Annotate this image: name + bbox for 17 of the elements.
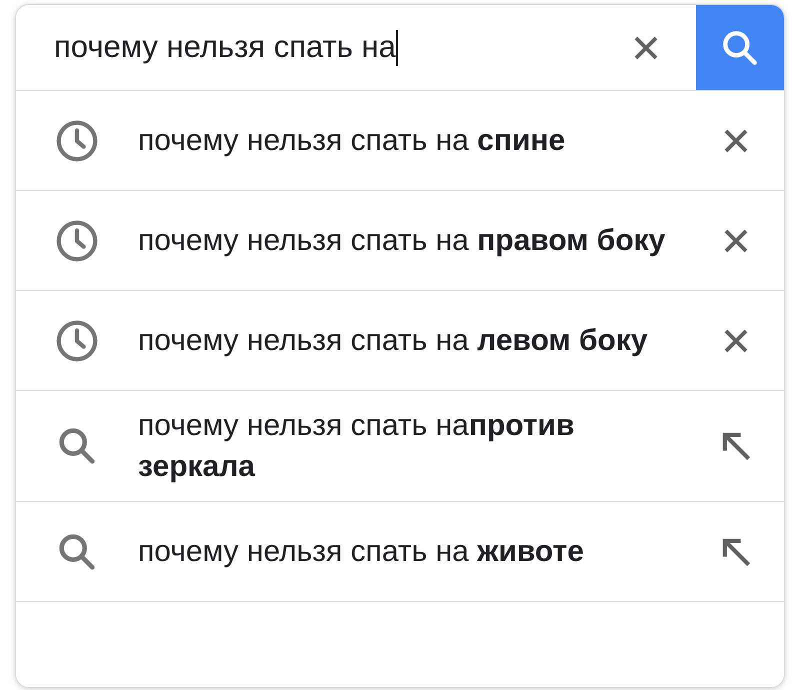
suggestion-item[interactable]: почему нельзя спать напротив зеркала — [16, 391, 784, 502]
suggestion-text: почему нельзя спать напротив зеркала — [138, 409, 574, 483]
clock-icon — [54, 118, 100, 164]
suggestion-text: почему нельзя спать на левом боку — [138, 324, 648, 357]
suggestion-item[interactable]: почему нельзя спать на правом боку — [16, 191, 784, 291]
suggestion-text: почему нельзя спать на животе — [138, 535, 584, 568]
suggestion-text: почему нельзя спать на правом боку — [138, 224, 666, 257]
clock-icon — [54, 318, 100, 364]
search-query: почему нельзя спать на — [54, 28, 396, 66]
suggestion-item[interactable]: почему нельзя спать на животе — [16, 502, 784, 602]
search-button[interactable] — [696, 5, 784, 90]
clock-icon — [54, 218, 100, 264]
suggestion-item[interactable]: почему нельзя спать на левом боку — [16, 291, 784, 391]
text-cursor — [396, 30, 398, 66]
search-field[interactable]: почему нельзя спать на — [16, 5, 596, 90]
suggestion-text: почему нельзя спать на спине — [138, 124, 566, 157]
suggestion-item[interactable]: почему нельзя спать на спине — [16, 91, 784, 191]
